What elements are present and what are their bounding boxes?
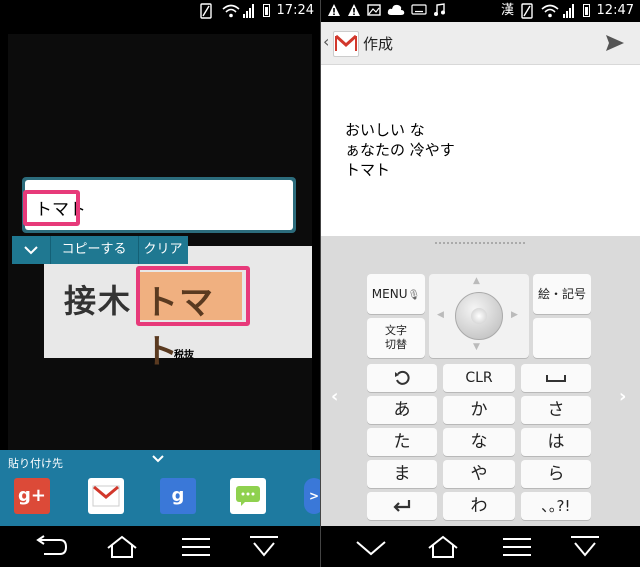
- copy-button[interactable]: コピーする: [50, 236, 139, 264]
- clock: 12:47: [596, 3, 634, 18]
- kana-key-wa[interactable]: わ: [443, 492, 515, 520]
- keyboard-icon: [411, 3, 427, 20]
- hide-keyboard-icon[interactable]: [353, 534, 393, 560]
- sign-small-text: 税抜: [174, 350, 194, 361]
- recognition-highlight-frame: [136, 266, 250, 326]
- kana-key-a[interactable]: あ: [367, 396, 437, 424]
- status-bar: 17:24: [0, 0, 320, 22]
- messages-icon[interactable]: [230, 478, 266, 514]
- dpad-up-icon: ▲: [473, 276, 480, 286]
- google-plus-icon[interactable]: g+: [14, 478, 50, 514]
- left-screen: 17:24 接木 トマト 税抜 トマト コピーする クリア 貼り付け先 g+ g: [0, 0, 320, 567]
- navigation-bar: [321, 526, 640, 567]
- ime-indicator: 漢: [501, 3, 515, 18]
- image-icon: [367, 3, 381, 22]
- gmail-icon[interactable]: [333, 31, 359, 57]
- blank-key[interactable]: [533, 318, 591, 358]
- battery-icon: [263, 4, 270, 17]
- clear-button[interactable]: クリア: [138, 236, 188, 264]
- kana-key-ka[interactable]: か: [443, 396, 515, 424]
- dpad-right-icon: ▶: [511, 310, 518, 320]
- sign-text: 接木: [64, 282, 133, 320]
- enter-key[interactable]: [367, 492, 437, 520]
- body-line: おいしい な: [345, 121, 425, 139]
- gmail-icon[interactable]: [88, 478, 124, 514]
- dpad-center[interactable]: [455, 292, 503, 340]
- cursor-left-icon[interactable]: ‹: [331, 386, 338, 407]
- recent-apps-icon[interactable]: [178, 534, 218, 560]
- enter-icon: [393, 500, 411, 512]
- space-key[interactable]: [521, 364, 591, 392]
- back-icon[interactable]: [32, 534, 72, 560]
- kana-key-na[interactable]: な: [443, 428, 515, 456]
- wifi-icon: [541, 3, 559, 24]
- punctuation-key[interactable]: ､｡?!: [521, 492, 591, 520]
- kana-key-ma[interactable]: ま: [367, 460, 437, 488]
- undo-key[interactable]: [367, 364, 437, 392]
- kana-key-ta[interactable]: た: [367, 428, 437, 456]
- recent-apps-icon[interactable]: [499, 534, 539, 560]
- notification-pull-icon[interactable]: [567, 534, 607, 560]
- cloud-upload-icon: [387, 3, 405, 22]
- compose-title: 作成: [363, 35, 394, 53]
- dpad-left-icon: ◀: [437, 310, 444, 320]
- kana-key-ya[interactable]: や: [443, 460, 515, 488]
- send-icon[interactable]: [605, 34, 625, 56]
- paste-target-panel: 貼り付け先 g+ g >: [0, 450, 320, 526]
- dpad-down-icon: ▼: [473, 342, 480, 352]
- back-chevron-icon[interactable]: ‹: [323, 32, 329, 51]
- navigation-bar: [0, 526, 320, 567]
- warning-icon: [347, 3, 361, 22]
- space-icon: [546, 375, 566, 382]
- chevron-down-icon: [24, 246, 38, 255]
- message-body[interactable]: おいしい な ぁなたの 冷やす トマト: [345, 120, 455, 180]
- warning-icon: [327, 3, 341, 22]
- wifi-icon: [222, 3, 240, 24]
- clear-key[interactable]: CLR: [443, 364, 515, 392]
- kana-key-ha[interactable]: は: [521, 428, 591, 456]
- sim-icon: [200, 3, 212, 24]
- status-bar: 漢 12:47: [321, 0, 640, 22]
- menu-key[interactable]: MENU🎙: [367, 274, 425, 314]
- notification-pull-icon[interactable]: [246, 534, 286, 560]
- keyboard-grip[interactable]: [435, 242, 525, 246]
- collapse-button[interactable]: [12, 236, 51, 264]
- japanese-keyboard: ‹ › MENU🎙 文字 切替 ▲ ▼ ◀ ▶ 絵・記号 CLR あ か さ た: [321, 236, 640, 526]
- kana-key-ra[interactable]: ら: [521, 460, 591, 488]
- compose-app-bar: ‹ 作成: [321, 22, 640, 65]
- google-search-icon[interactable]: g: [160, 478, 196, 514]
- emoji-symbol-key[interactable]: 絵・記号: [533, 274, 591, 314]
- right-screen: 漢 12:47 ‹ 作成 おいしい な ぁなたの 冷やす トマト ‹ › MEN…: [321, 0, 640, 567]
- battery-icon: [583, 4, 590, 17]
- mic-icon: 🎙: [407, 290, 421, 301]
- more-apps-icon[interactable]: >: [304, 478, 320, 514]
- cursor-right-icon[interactable]: ›: [619, 386, 626, 407]
- undo-icon: [395, 370, 410, 385]
- sim-icon: [521, 3, 533, 24]
- body-line: トマト: [345, 161, 391, 179]
- home-icon[interactable]: [425, 534, 465, 560]
- chevron-down-icon[interactable]: [152, 452, 164, 466]
- body-line: ぁなたの 冷やす: [345, 141, 455, 159]
- kana-key-sa[interactable]: さ: [521, 396, 591, 424]
- clock: 17:24: [276, 3, 314, 18]
- dpad[interactable]: ▲ ▼ ◀ ▶: [429, 274, 529, 358]
- music-icon: [433, 3, 445, 22]
- text-highlight-frame: [23, 190, 80, 226]
- home-icon[interactable]: [104, 534, 144, 560]
- text-action-bar: コピーする クリア: [12, 236, 188, 264]
- signal-icon: [563, 4, 577, 18]
- mode-switch-key[interactable]: 文字 切替: [367, 318, 425, 358]
- paste-target-label: 貼り付け先: [8, 457, 63, 470]
- signal-icon: [243, 4, 257, 18]
